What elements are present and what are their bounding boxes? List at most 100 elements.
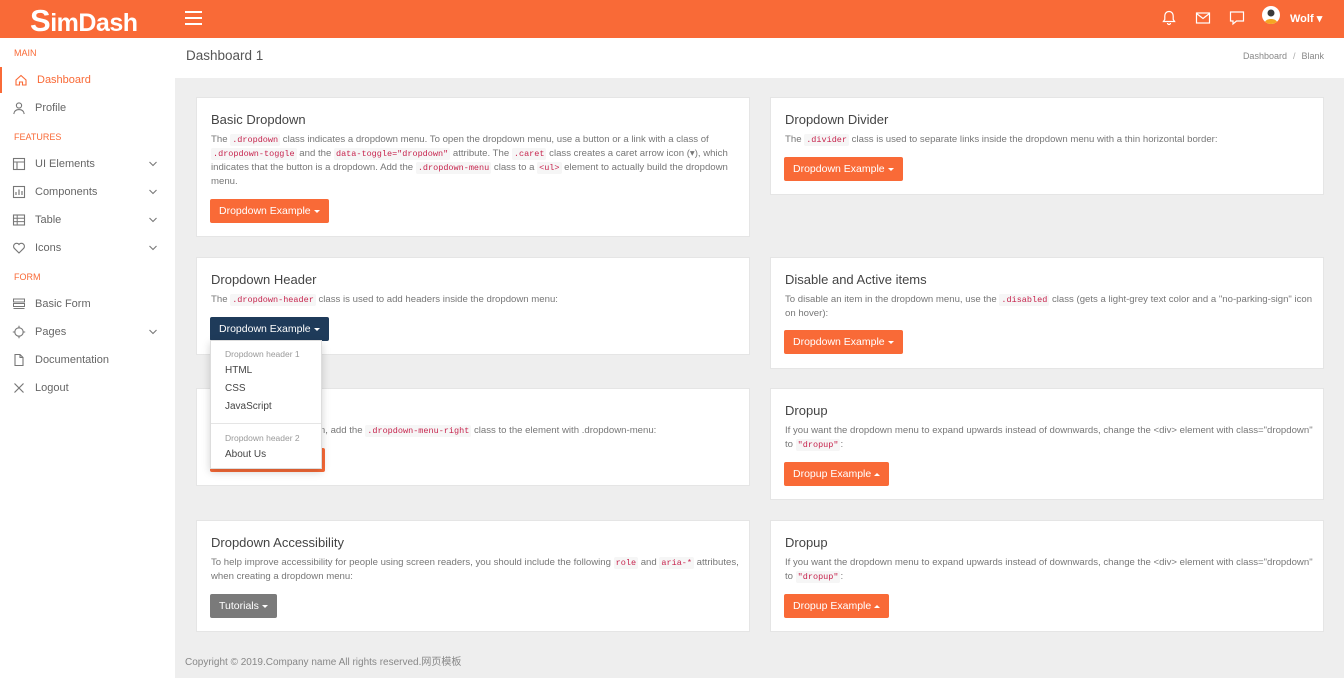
card-title: Disable and Active items [785,272,927,287]
sidebar-item-label: Basic Form [35,298,91,310]
dropdown-item[interactable]: About Us [225,449,266,460]
card-description: If you want the dropdown menu to expand … [785,425,1313,451]
heart-icon [13,242,25,254]
chevron-down-icon [149,245,157,251]
dropdown-example-button[interactable]: Dropdown Example [784,330,903,354]
card-disable-active: Disable and Active items To disable an i… [770,257,1324,369]
sidebar-section-main: MAIN [14,48,37,58]
dropdown-header: Dropdown header 1 [225,349,300,359]
sidebar-item-table[interactable]: Table [0,207,175,233]
dropup-example-button[interactable]: Dropup Example [784,462,890,486]
sidebar-item-dashboard[interactable]: Dashboard [0,67,175,93]
crosshair-icon [12,325,26,339]
card-dropdown-accessibility: Dropdown Accessibility To help improve a… [196,520,750,632]
page-title: Dashboard 1 [186,48,264,63]
chart-icon [12,185,26,199]
card-title: Dropdown Accessibility [211,535,344,550]
breadcrumb-link[interactable]: Dashboard [1243,51,1287,61]
dropdown-example-button[interactable]: Dropdown Example [210,317,329,341]
chevron-down-icon: ▾ [1316,13,1323,25]
card-description: To help improve accessibility for people… [211,557,739,582]
caret-down-icon [313,327,320,331]
bell-icon[interactable] [1160,9,1178,27]
sidebar-item-profile[interactable]: Profile [0,95,175,121]
form-icon [13,298,25,309]
card-title: Dropup [785,403,828,418]
dropup-example-button[interactable]: Dropup Example [784,594,890,618]
page-header: Dashboard 1 Dashboard / Blank [175,38,1344,78]
card-title: Basic Dropdown [211,112,306,127]
dropdown-item[interactable]: HTML [225,365,252,376]
home-icon [15,74,27,86]
sidebar-item-basic-form[interactable]: Basic Form [0,291,175,317]
sidebar-item-label: Dashboard [37,74,91,86]
chevron-down-icon [149,161,157,167]
sidebar-item-label: UI Elements [35,158,95,170]
sidebar-section-features: FEATURES [14,132,62,142]
caret-up-icon [874,604,881,608]
card-description: The .dropdown class indicates a dropdown… [211,134,728,187]
sidebar: MAIN Dashboard Profile FEATURES UI Eleme… [0,38,175,678]
sidebar-item-label: Icons [35,242,62,254]
logo-text: imDash [50,9,138,37]
mail-icon[interactable] [1194,9,1212,27]
card-dropup: Dropup If you want the dropdown menu to … [770,388,1324,500]
breadcrumb: Dashboard / Blank [1242,51,1324,61]
sidebar-item-label: Components [35,186,98,198]
user-menu[interactable]: Wolf ▾ [1290,12,1322,25]
caret-down-icon [887,340,894,344]
card-description: If you want the dropdown menu to expand … [785,557,1313,583]
dropdown-header: Dropdown header 2 [225,433,300,443]
chevron-down-icon [149,189,157,195]
caret-up-icon [874,472,881,476]
layout-icon [12,157,26,171]
sidebar-item-label: Pages [35,326,67,338]
caret-down-icon [261,604,268,608]
sidebar-item-ui-elements[interactable]: UI Elements [0,151,175,177]
card-dropdown-divider: Dropdown Divider The .divider class is u… [770,97,1324,195]
user-name: Wolf [1290,13,1314,25]
avatar[interactable] [1262,6,1280,24]
breadcrumb-current: Blank [1301,51,1324,61]
card-title: Dropdown Divider [785,112,889,127]
sidebar-item-label: Documentation [35,354,109,366]
sidebar-section-form: FORM [14,272,41,282]
card-description: wn, add the .dropdown-menu-right class t… [313,425,657,437]
tutorials-button[interactable]: Tutorials [210,594,277,618]
card-description: To disable an item in the dropdown menu,… [785,294,1313,319]
chat-icon[interactable] [1228,9,1246,27]
chevron-down-icon [149,217,157,223]
top-navbar: SimDash Wolf ▾ [0,0,1344,38]
chevron-down-icon [149,329,157,335]
card-title: Dropup [785,535,828,550]
card-description: The .divider class is used to separate l… [785,134,1218,146]
sidebar-item-label: Logout [35,382,69,394]
user-icon [13,102,25,115]
dropdown-divider [211,423,321,424]
logo[interactable]: SimDash [30,3,138,39]
sidebar-item-components[interactable]: Components [0,179,175,205]
card-title: Dropdown Header [211,272,317,287]
card-dropup-2: Dropup If you want the dropdown menu to … [770,520,1324,632]
sidebar-item-label: Table [35,214,62,226]
dropdown-item[interactable]: JavaScript [225,401,272,412]
card-basic-dropdown: Basic Dropdown The .dropdown class indic… [196,97,750,237]
sidebar-item-logout[interactable]: Logout [0,375,175,401]
footer-copyright: Copyright © 2019.Company name All rights… [185,657,462,668]
dropdown-example-button[interactable]: Dropdown Example [784,157,903,181]
table-icon [12,214,26,226]
menu-toggle-icon[interactable] [185,11,202,25]
dropdown-example-button[interactable]: Dropdown Example [210,199,329,223]
logo-letter: S [30,3,51,38]
sidebar-item-label: Profile [35,102,67,114]
sidebar-item-pages[interactable]: Pages [0,319,175,345]
dropdown-menu: Dropdown header 1 HTML CSS JavaScript Dr… [210,340,322,469]
card-description: The .dropdown-header class is used to ad… [211,294,558,306]
file-icon [14,353,24,367]
caret-down-icon [887,167,894,171]
sidebar-item-documentation[interactable]: Documentation [0,347,175,373]
sidebar-item-icons[interactable]: Icons [0,235,175,261]
dropdown-item[interactable]: CSS [225,383,246,394]
close-icon [14,383,24,393]
caret-down-icon [313,209,320,213]
